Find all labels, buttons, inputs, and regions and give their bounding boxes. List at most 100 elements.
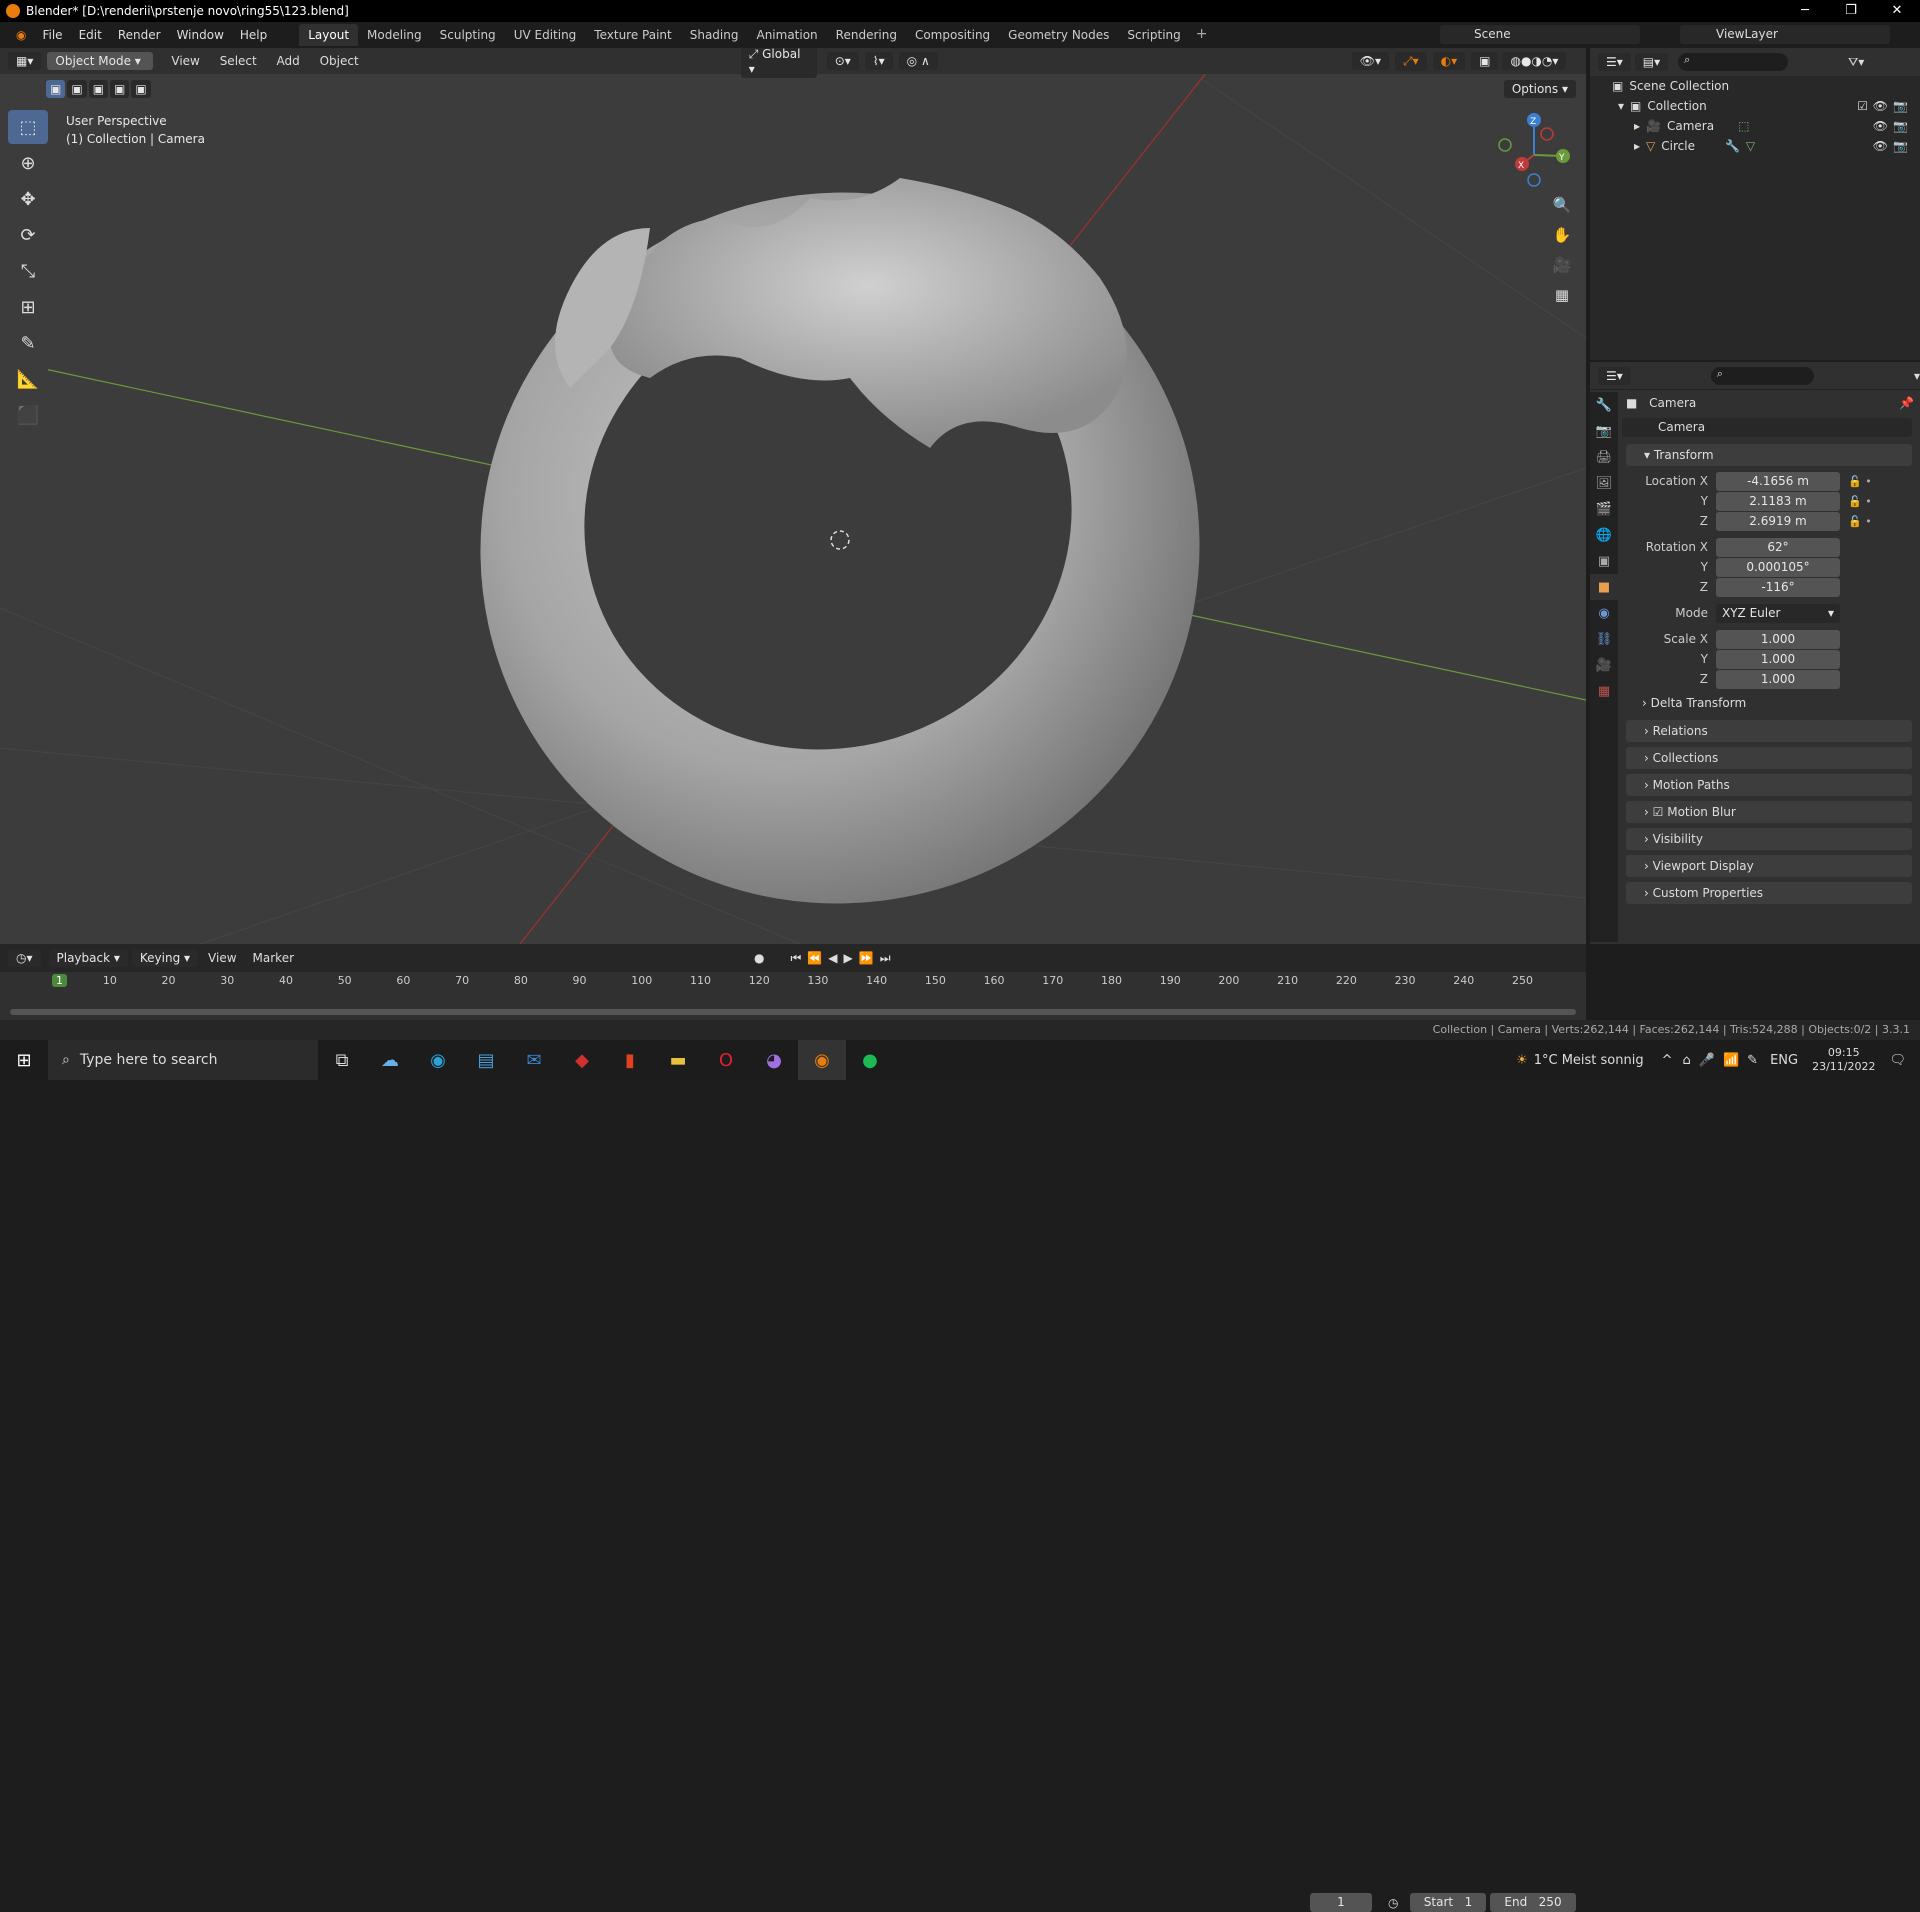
collection-checkbox-icon[interactable]: ☑ (1857, 99, 1868, 113)
office-icon[interactable]: ▮ (606, 1040, 654, 1080)
select-subtract-icon[interactable]: ▣ (88, 80, 109, 98)
task-view-icon[interactable]: ⧉ (318, 1040, 366, 1080)
network-icon[interactable]: ⌂ (1683, 1053, 1691, 1068)
add-cube-tool-icon[interactable]: ⬛ (8, 398, 48, 432)
tab-geometry-nodes[interactable]: Geometry Nodes (999, 24, 1118, 46)
camera-render-icon[interactable]: 📷 (1893, 119, 1908, 133)
zoom-icon[interactable]: 🔍 (1548, 192, 1576, 218)
blender-menu-icon[interactable]: ◉ (8, 28, 34, 42)
custom-properties-panel[interactable]: › Custom Properties (1626, 882, 1912, 904)
next-keyframe-icon[interactable]: ⏩ (859, 951, 880, 965)
tab-shading[interactable]: Shading (681, 24, 748, 46)
circle-visibility-icon[interactable]: 👁 (1873, 139, 1888, 153)
timeline-editor-type-icon[interactable]: ◷▾ (8, 949, 41, 967)
object-name-field[interactable]: Camera (1622, 418, 1912, 437)
measure-tool-icon[interactable]: 📐 (8, 362, 48, 396)
circle-render-icon[interactable]: 📷 (1893, 139, 1908, 153)
rotation-x-field[interactable]: 62° (1716, 538, 1840, 557)
render-tab-icon[interactable]: 📷 (1590, 418, 1618, 444)
menu-view[interactable]: View (163, 54, 207, 68)
navigation-gizmo[interactable]: Z Y X (1498, 113, 1570, 187)
tool-tab-icon[interactable]: 🔧 (1590, 392, 1618, 418)
filter-icon[interactable]: ⛛▾ (1848, 55, 1864, 70)
file-explorer-icon[interactable]: ▬ (654, 1040, 702, 1080)
location-x-field[interactable]: -4.1656 m (1716, 472, 1840, 491)
current-frame-field[interactable]: 1 (1310, 1893, 1372, 1912)
location-y-field[interactable]: 2.1183 m (1716, 492, 1840, 511)
editor-type-button[interactable]: ▦▾ (8, 52, 42, 70)
tab-animation[interactable]: Animation (747, 24, 826, 46)
red-app-icon[interactable]: ◆ (558, 1040, 606, 1080)
scale-tool-icon[interactable]: ⤡ (8, 254, 48, 288)
blender-taskbar-icon[interactable]: ◉ (798, 1040, 846, 1080)
motion-blur-panel[interactable]: › ☑ Motion Blur (1626, 801, 1912, 823)
camera-view-icon[interactable]: 🎥 (1548, 252, 1576, 278)
minimize-icon[interactable]: ─ (1782, 0, 1828, 22)
jump-end-icon[interactable]: ⏭ (880, 951, 897, 965)
properties-search-input[interactable]: ⌕ (1710, 366, 1814, 385)
view-layer-selector[interactable]: ViewLayer (1680, 25, 1890, 44)
timeline-menu-view[interactable]: View (208, 951, 236, 965)
tab-rendering[interactable]: Rendering (827, 24, 906, 46)
motion-blur-checkbox[interactable]: ☑ (1653, 805, 1664, 819)
notifications-icon[interactable]: 🗨 (1889, 1053, 1906, 1068)
visibility-panel[interactable]: › Visibility (1626, 828, 1912, 850)
menu-render[interactable]: Render (110, 28, 169, 42)
start-frame-field[interactable]: Start 1 (1410, 1893, 1486, 1912)
camera-visibility-icon[interactable]: 👁 (1873, 119, 1888, 133)
weather-icon[interactable]: ☀ (1516, 1053, 1528, 1068)
menu-file[interactable]: File (34, 28, 70, 42)
viewport-display-panel[interactable]: › Viewport Display (1626, 855, 1912, 877)
use-preview-range-icon[interactable]: ◷ (1388, 1896, 1398, 1910)
prev-keyframe-icon[interactable]: ⏪ (807, 951, 828, 965)
scene-collection-row[interactable]: ▣ Scene Collection (1590, 76, 1920, 96)
expand-arrow-icon[interactable]: ▸ (1634, 139, 1640, 153)
select-new-icon[interactable]: ▣ (46, 80, 66, 98)
taskbar-search-input[interactable]: ⌕ Type here to search (48, 1040, 318, 1080)
tab-sculpting[interactable]: Sculpting (431, 24, 505, 46)
options-dropdown[interactable]: Options ▾ (1503, 80, 1576, 98)
close-icon[interactable]: ✕ (1874, 0, 1920, 22)
menu-add[interactable]: Add (269, 54, 308, 68)
menu-help[interactable]: Help (232, 28, 275, 42)
tray-chevron-icon[interactable]: ^ (1662, 1053, 1673, 1068)
rotate-tool-icon[interactable]: ⟳ (8, 218, 48, 252)
opera-icon[interactable]: O (702, 1040, 750, 1080)
tab-scripting[interactable]: Scripting (1118, 24, 1189, 46)
collection-tab-icon[interactable]: ▣ (1590, 548, 1618, 574)
tab-layout[interactable]: Layout (299, 24, 359, 46)
ring-mesh[interactable] (388, 99, 1292, 944)
object-tab-icon[interactable]: ■ (1590, 574, 1618, 600)
physics-tab-icon[interactable]: ◉ (1590, 600, 1618, 626)
mail-icon[interactable]: ✉ (510, 1040, 558, 1080)
collection-row[interactable]: ▾ ▣ Collection ☑ 👁 📷 (1590, 96, 1920, 116)
frame-ruler[interactable]: 1 10 20 30 40 50 60 70 80 90 100 110 120 130 140 150 160… (0, 972, 1586, 992)
display-mode-icon[interactable]: ▤▾ (1634, 53, 1669, 71)
weather-text[interactable]: 1°C Meist sonnig (1534, 1053, 1644, 1068)
lock-icon[interactable]: 🔓 • (1848, 492, 1872, 512)
cloud-app-icon[interactable]: ☁ (366, 1040, 414, 1080)
spotify-icon[interactable]: ● (846, 1040, 894, 1080)
mic-icon[interactable]: 🎤 (1699, 1053, 1715, 1068)
lock-icon[interactable]: 🔓 • (1848, 512, 1872, 532)
snap-icon[interactable]: ⌇▾ (864, 52, 893, 70)
3d-viewport[interactable]: Z Y X ▦▾ Object Mode ▾ View Select Add O… (0, 48, 1586, 944)
properties-editor-type-icon[interactable]: ☰▾ (1598, 366, 1631, 385)
expand-arrow-icon[interactable]: ▾ (1618, 99, 1624, 113)
perspective-toggle-icon[interactable]: ▦ (1548, 282, 1576, 308)
outliner-item-camera[interactable]: ▸ 🎥 Camera ⬚ 👁 📷 (1590, 116, 1920, 136)
constraints-tab-icon[interactable]: ⛓ (1590, 626, 1618, 652)
texture-tab-icon[interactable]: ▦ (1590, 678, 1618, 704)
menu-window[interactable]: Window (169, 28, 232, 42)
transform-panel-header[interactable]: ▾ Transform (1626, 444, 1912, 466)
scene-selector[interactable]: Scene (1440, 25, 1640, 44)
visibility-icon[interactable]: 👁▾ (1351, 52, 1390, 70)
world-tab-icon[interactable]: 🌐 (1590, 522, 1618, 548)
windows-start-icon[interactable]: ⊞ (0, 1040, 48, 1080)
rotation-y-field[interactable]: 0.000105° (1716, 558, 1840, 577)
cursor-tool-icon[interactable]: ⊕ (8, 146, 48, 180)
tab-modeling[interactable]: Modeling (358, 24, 431, 46)
timeline-scrollbar[interactable] (10, 1009, 1576, 1015)
move-tool-icon[interactable]: ✥ (8, 182, 48, 216)
overlays-icon[interactable]: ◐▾ (1432, 52, 1466, 70)
